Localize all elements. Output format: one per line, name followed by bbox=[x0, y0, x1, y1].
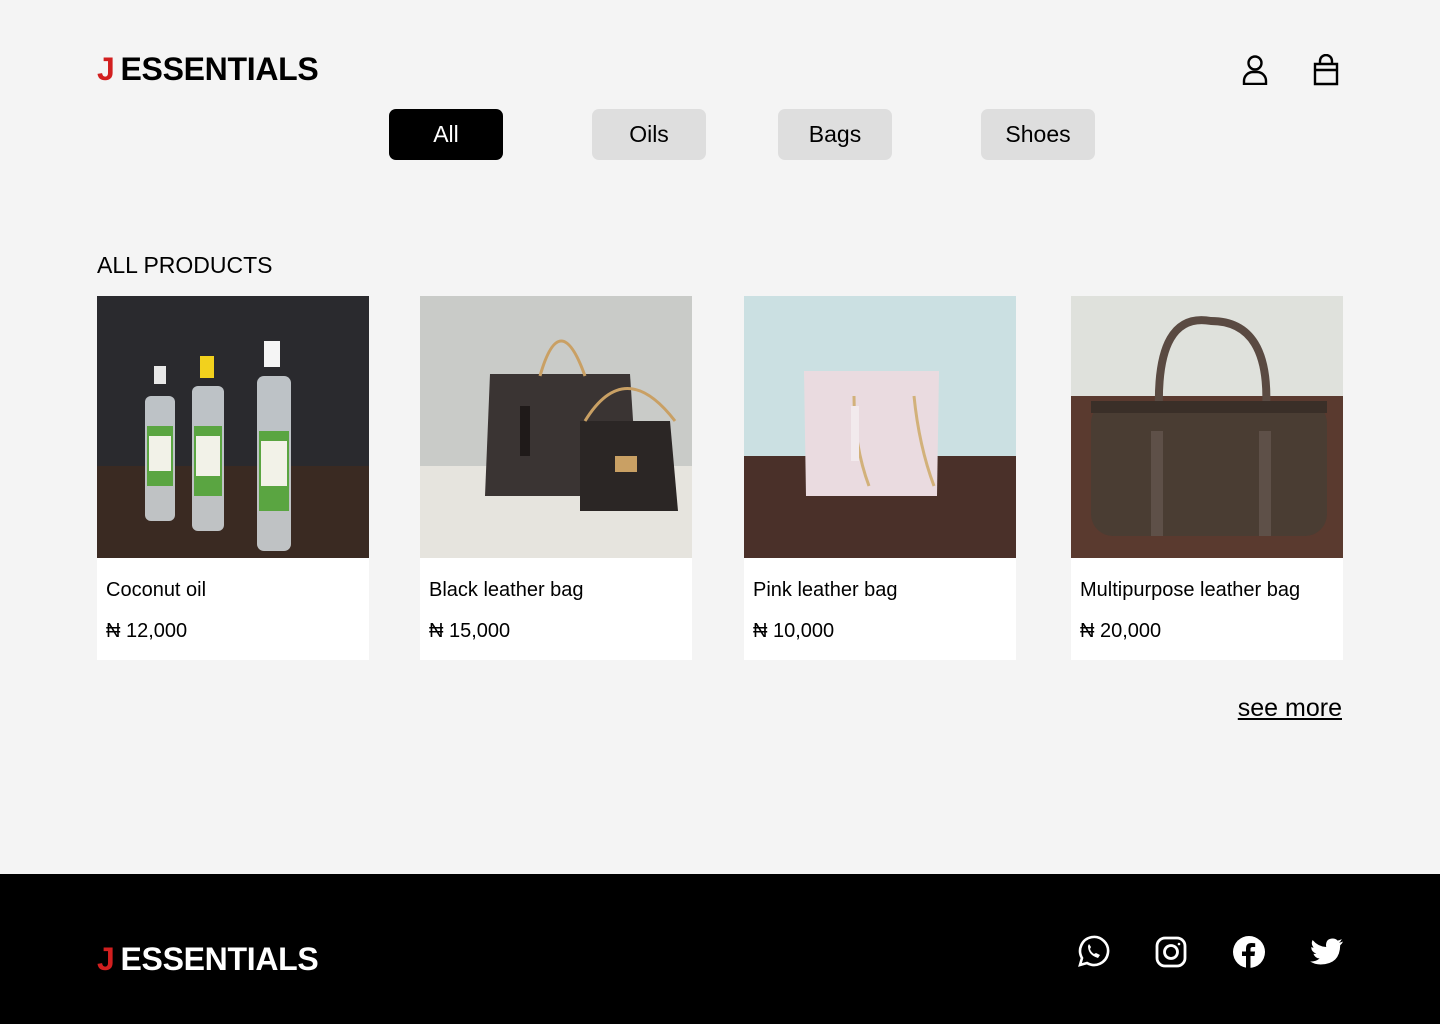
product-price: ₦ 20,000 bbox=[1080, 620, 1162, 642]
shopping-bag-icon[interactable] bbox=[1311, 54, 1341, 86]
see-more-link[interactable]: see more bbox=[1238, 694, 1342, 723]
brand-logo[interactable]: J ESSENTIALS bbox=[97, 51, 319, 87]
filter-oils-button[interactable]: Oils bbox=[592, 109, 706, 160]
product-name: Multipurpose leather bag bbox=[1080, 579, 1301, 601]
brand-initial: J bbox=[97, 941, 115, 977]
twitter-icon[interactable] bbox=[1309, 934, 1345, 970]
footer-brand-logo[interactable]: J ESSENTIALS bbox=[97, 941, 319, 977]
brand-initial: J bbox=[97, 51, 115, 87]
header-actions bbox=[1240, 54, 1341, 86]
product-price: ₦ 12,000 bbox=[106, 620, 188, 642]
product-card[interactable]: Black leather bag ₦ 15,000 bbox=[420, 296, 692, 660]
product-name: Black leather bag bbox=[429, 579, 584, 601]
brand-name: ESSENTIALS bbox=[120, 51, 319, 87]
filter-all-button[interactable]: All bbox=[389, 109, 503, 160]
product-price: ₦ 10,000 bbox=[753, 620, 835, 642]
product-card[interactable]: Pink leather bag ₦ 10,000 bbox=[744, 296, 1016, 660]
product-card[interactable]: Multipurpose leather bag ₦ 20,000 bbox=[1071, 296, 1343, 660]
social-links bbox=[1075, 934, 1345, 970]
product-image-pink-bag[interactable] bbox=[744, 296, 1016, 558]
product-image-multipurpose-bag[interactable] bbox=[1071, 296, 1343, 558]
brand-name: ESSENTIALS bbox=[120, 941, 319, 977]
product-card[interactable]: Coconut oil ₦ 12,000 bbox=[97, 296, 369, 660]
instagram-icon[interactable] bbox=[1153, 934, 1189, 970]
filter-bags-button[interactable]: Bags bbox=[778, 109, 892, 160]
whatsapp-icon[interactable] bbox=[1075, 934, 1111, 970]
facebook-icon[interactable] bbox=[1231, 934, 1267, 970]
filter-shoes-button[interactable]: Shoes bbox=[981, 109, 1095, 160]
product-image-black-bag[interactable] bbox=[420, 296, 692, 558]
user-icon[interactable] bbox=[1240, 54, 1270, 86]
section-title: ALL PRODUCTS bbox=[97, 252, 273, 278]
footer: J ESSENTIALS bbox=[0, 874, 1440, 1024]
product-image-coconut-oil[interactable] bbox=[97, 296, 369, 558]
product-name: Pink leather bag bbox=[753, 579, 898, 601]
product-name: Coconut oil bbox=[106, 579, 207, 601]
product-price: ₦ 15,000 bbox=[429, 620, 511, 642]
